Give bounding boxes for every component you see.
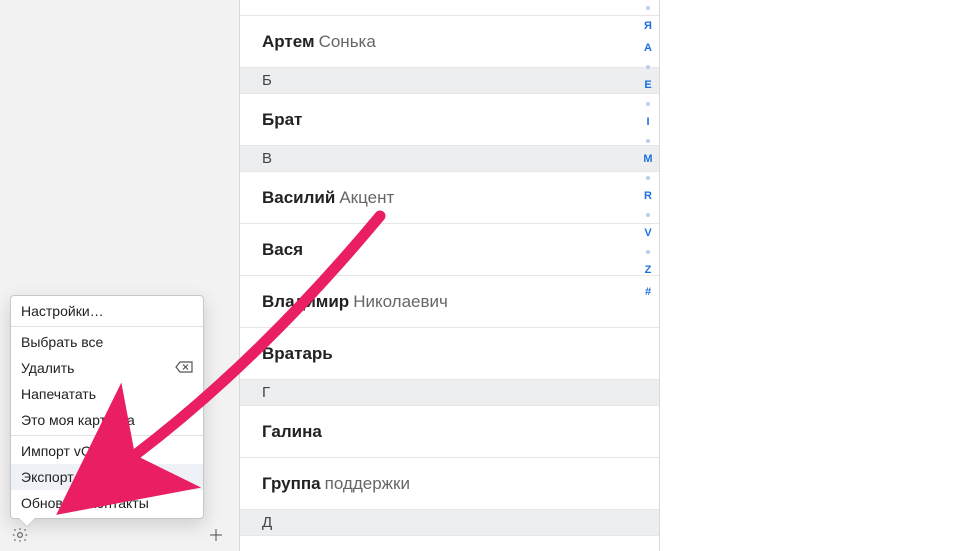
contact-first-name: Вася (262, 240, 303, 260)
index-dot[interactable] (646, 6, 650, 10)
gear-icon (11, 526, 29, 544)
menu-separator (11, 326, 203, 327)
menu-refresh-contacts[interactable]: Обновить Контакты (11, 490, 203, 516)
menu-export-vcard[interactable]: Экспорт vCard… (11, 464, 203, 490)
contact-first-name: Василий (262, 188, 335, 208)
menu-label: Импорт vCard… (21, 443, 125, 459)
contact-row[interactable]: Брат (240, 94, 659, 146)
contact-row[interactable]: Галина (240, 406, 659, 458)
menu-label: Это моя карточка (21, 412, 135, 428)
menu-import-vcard[interactable]: Импорт vCard… (11, 438, 203, 464)
menu-select-all[interactable]: Выбрать все (11, 329, 203, 355)
index-dot[interactable] (646, 65, 650, 69)
contact-row[interactable]: АртемНиколаев (240, 0, 659, 16)
index-letter[interactable]: # (645, 287, 651, 298)
index-letter[interactable]: I (646, 117, 649, 128)
settings-button[interactable] (8, 523, 32, 547)
contact-first-name: Брат (262, 110, 302, 130)
index-dot[interactable] (646, 213, 650, 217)
contact-last-name: поддержки (325, 474, 410, 494)
contact-first-name: Вратарь (262, 344, 333, 364)
index-letter[interactable]: M (643, 154, 652, 165)
index-dot[interactable] (646, 176, 650, 180)
contact-row[interactable]: ВладимирНиколаевич (240, 276, 659, 328)
menu-delete[interactable]: Удалить (11, 355, 203, 381)
menu-separator (11, 435, 203, 436)
menu-settings[interactable]: Настройки… (11, 298, 203, 324)
menu-label: Выбрать все (21, 334, 103, 350)
menu-label: Удалить (21, 360, 74, 376)
menu-print[interactable]: Напечатать (11, 381, 203, 407)
index-letter[interactable]: Я (644, 21, 652, 32)
index-letter[interactable]: R (644, 191, 652, 202)
contact-first-name: Артем (262, 32, 315, 52)
settings-popup: Настройки… Выбрать все Удалить Напечатат… (10, 295, 204, 519)
menu-label: Обновить Контакты (21, 495, 149, 511)
section-header: Д (240, 510, 659, 536)
menu-my-card[interactable]: Это моя карточка (11, 407, 203, 433)
contacts-list[interactable]: АртемНиколаевАртемСонькаББратВВасилийАкц… (240, 0, 660, 551)
index-letter[interactable]: V (644, 228, 651, 239)
sidebar: Настройки… Выбрать все Удалить Напечатат… (0, 0, 240, 551)
index-dot[interactable] (646, 250, 650, 254)
plus-icon (207, 526, 225, 544)
contact-row[interactable]: Вася (240, 224, 659, 276)
index-dot[interactable] (646, 102, 650, 106)
section-header: Г (240, 380, 659, 406)
menu-label: Экспорт vCard… (21, 469, 129, 485)
contact-row[interactable]: АртемСонька (240, 16, 659, 68)
sidebar-toolbar (0, 519, 240, 551)
contact-last-name: Сонька (319, 32, 376, 52)
menu-label: Настройки… (21, 303, 104, 319)
add-button[interactable] (204, 523, 228, 547)
contact-row[interactable]: Группаподдержки (240, 458, 659, 510)
contact-first-name: Группа (262, 474, 321, 494)
contact-row[interactable]: Вратарь (240, 328, 659, 380)
contact-first-name: Галина (262, 422, 322, 442)
contact-first-name: Владимир (262, 292, 349, 312)
section-header: В (240, 146, 659, 172)
contact-last-name: Акцент (339, 188, 394, 208)
section-header: Б (240, 68, 659, 94)
index-dot[interactable] (646, 139, 650, 143)
index-letter[interactable]: Z (645, 265, 652, 276)
index-letter[interactable]: A (644, 43, 652, 54)
menu-label: Напечатать (21, 386, 96, 402)
alphabet-index[interactable]: ЯA E I M R V Z # (636, 0, 660, 551)
index-letter[interactable]: E (644, 80, 651, 91)
delete-icon (175, 360, 193, 376)
contact-last-name: Николаевич (353, 292, 448, 312)
contact-row[interactable]: ВасилийАкцент (240, 172, 659, 224)
